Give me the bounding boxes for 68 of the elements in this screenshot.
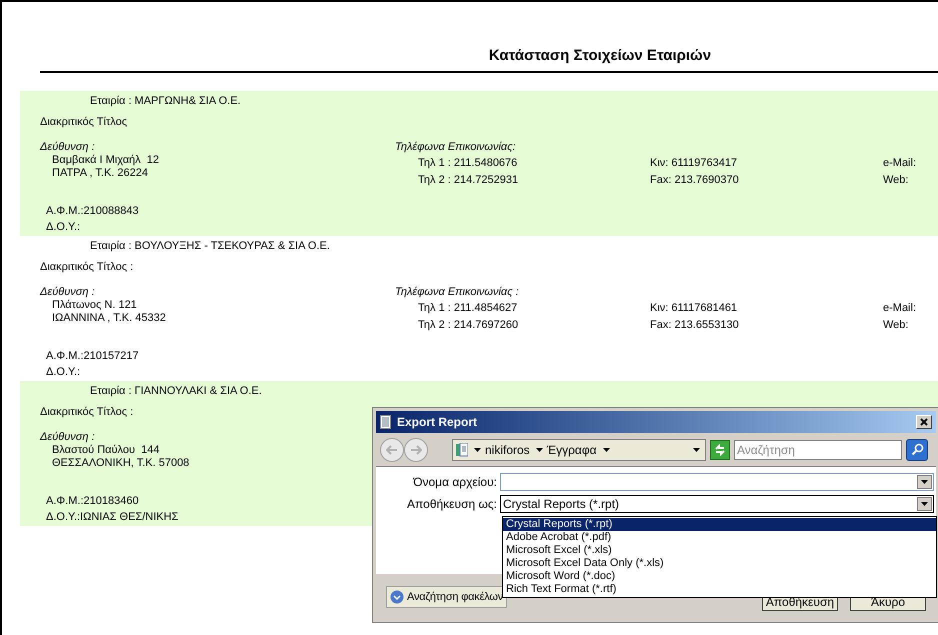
tax-id: Α.Φ.Μ.:210183460 (46, 494, 139, 506)
forward-arrow-icon (410, 444, 422, 454)
dropdown-arrow-icon (474, 448, 481, 452)
distinctive-title-label: Διακριτικός Τίτλος (40, 116, 128, 128)
dropdown-arrow-icon (602, 448, 610, 452)
chevron-down-icon (390, 590, 404, 604)
tax-office: Δ.Ο.Υ.: (46, 220, 80, 232)
file-type-option[interactable]: Microsoft Excel Data Only (*.xls) (503, 557, 936, 570)
address-line: Πλάτωνος Ν. 121 (51, 298, 137, 312)
dropdown-arrow-icon (536, 448, 543, 452)
close-button[interactable] (916, 415, 932, 429)
dropdown-arrow-icon (921, 502, 928, 506)
refresh-button[interactable] (710, 440, 730, 460)
file-type-option[interactable]: Crystal Reports (*.rpt) (503, 518, 936, 531)
web-label: Web: (883, 172, 908, 186)
fax-number: Fax: 213.6553130 (650, 318, 739, 332)
file-type-option[interactable]: Adobe Acrobat (*.pdf) (503, 531, 936, 544)
search-field[interactable]: Αναζήτηση (734, 440, 902, 460)
report-title: Κατάσταση Στοιχείων Εταιριών (488, 46, 712, 66)
browse-folders-button[interactable]: Αναζήτηση φακέλων (386, 586, 508, 608)
company-name: Εταιρία : ΓΙΑΝΝΟΥΛΑΚΙ & ΣΙΑ Ο.Ε. (90, 384, 262, 396)
tax-id: Α.Φ.Μ.:210157217 (46, 350, 139, 362)
phones-label: Τηλέφωνα Επικοινωνίας: (395, 140, 516, 154)
search-icon (910, 443, 924, 456)
close-icon (920, 418, 928, 426)
back-arrow-icon (386, 444, 398, 454)
distinctive-title-label: Διακριτικός Τίτλος : (40, 406, 134, 418)
address-line: ΠΑΤΡΑ , Τ.Κ. 26224 (51, 166, 148, 180)
phone-number: Τηλ 1 : 211.4854627 (417, 300, 518, 314)
web-label: Web: (883, 318, 908, 332)
distinctive-title-label: Διακριτικός Τίτλος : (40, 260, 134, 272)
dropdown-arrow-icon (693, 448, 700, 452)
mobile-number: Κιν: 61119763417 (650, 156, 738, 170)
address-label: Δεύθυνση : (40, 140, 95, 154)
save-as-dropdown[interactable]: Crystal Reports (*.rpt) (500, 495, 934, 513)
file-type-option[interactable]: Microsoft Word (*.doc) (503, 570, 936, 583)
address-line: Βαμβακά Ι Μιχαήλ 12 (51, 154, 160, 166)
email-label: e-Mail: (883, 302, 916, 314)
address-label: Δεύθυνση : (40, 286, 95, 298)
file-name-label: Όνομα αρχείου: (412, 474, 498, 491)
folder-icon (456, 442, 468, 456)
dialog-title: Export Report (397, 414, 478, 431)
save-as-label: Αποθήκευση ως: (406, 496, 498, 513)
phone-number: Τηλ 1 : 211.5480676 (417, 156, 518, 170)
tax-id: Α.Φ.Μ.:210088843 (46, 204, 139, 216)
address-line: Βλαστού Παύλου 144 (51, 444, 160, 456)
file-type-option[interactable]: Microsoft Excel (*.xls) (503, 544, 936, 557)
notebook-icon (380, 415, 391, 429)
search-button[interactable] (906, 438, 928, 460)
address-bar[interactable]: nikiforos Έγγραφα (452, 438, 706, 460)
company-name: Εταιρία : ΒΟΥΛΟΥΞΗΣ - ΤΣΕΚΟΥΡΑΣ & ΣΙΑ Ο.Ε. (90, 240, 330, 252)
address-line: ΘΕΣΣΑΛΟΝΙΚΗ, Τ.Κ. 57008 (51, 456, 190, 470)
address-label: Δεύθυνση : (40, 430, 95, 444)
file-name-field[interactable] (500, 473, 934, 491)
phone-number: Τηλ 2 : 214.7252931 (417, 172, 518, 186)
refresh-arrows-icon (714, 444, 726, 456)
mobile-number: Κιν: 61117681461 (650, 302, 738, 314)
phone-number: Τηλ 2 : 214.7697260 (417, 318, 518, 332)
address-line: ΙΩΑΝΝΙΝΑ , Τ.Κ. 45332 (51, 312, 166, 324)
email-label: e-Mail: (883, 156, 916, 170)
breadcrumb-item[interactable]: Έγγραφα (546, 440, 597, 458)
breadcrumb-item[interactable]: nikiforos (485, 440, 530, 458)
dropdown-arrow-icon (921, 480, 928, 484)
phones-label: Τηλέφωνα Επικοινωνίας : (395, 286, 519, 298)
company-name: Εταιρία : ΜΑΡΓΩΝΗ& ΣΙΑ Ο.Ε. (90, 94, 241, 106)
tax-office: Δ.Ο.Υ.: (46, 366, 80, 378)
fax-number: Fax: 213.7690370 (650, 172, 739, 186)
tax-office: Δ.Ο.Υ.:ΙΩΝΙΑΣ ΘΕΣ/ΝΙΚΗΣ (46, 510, 178, 522)
